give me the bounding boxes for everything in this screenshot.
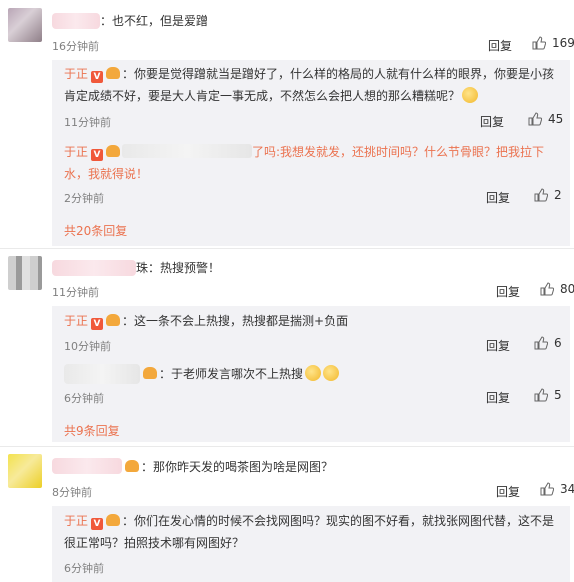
- emoji-icon: [305, 365, 322, 381]
- crown-icon: [143, 367, 157, 379]
- v-badge-icon: V: [91, 318, 104, 330]
- reply-text: 于正 V 了吗:我想发就发，还挑时间吗？什么节骨眼？把我拉下水，我就得说！: [64, 141, 564, 185]
- thumbs-up-icon: [540, 282, 554, 296]
- like-button[interactable]: 34: [540, 482, 574, 496]
- reply-author[interactable]: 于正: [64, 514, 88, 528]
- divider: [0, 446, 574, 447]
- v-badge-icon: V: [91, 71, 104, 83]
- reply-time: 6分钟前: [64, 562, 104, 575]
- like-button[interactable]: 45: [528, 112, 563, 126]
- like-count: 169: [552, 36, 574, 50]
- v-badge-icon: V: [91, 518, 104, 530]
- crown-icon: [125, 460, 139, 472]
- reply-body: ：你们在发心情的时候不会找网图吗？现实的图不好看，就找张网图代替，这不是很正常吗…: [64, 514, 555, 550]
- crown-icon: [106, 67, 121, 79]
- emoji-icon: [462, 87, 479, 103]
- like-count: 6: [554, 336, 562, 350]
- like-button[interactable]: 5: [534, 388, 562, 402]
- comment-time: 8分钟前: [52, 486, 92, 499]
- thumbs-up-icon: [540, 482, 554, 496]
- reply-time: 10分钟前: [64, 340, 111, 353]
- avatar[interactable]: [8, 256, 42, 290]
- username-blurred[interactable]: [64, 364, 140, 384]
- divider: [0, 248, 574, 249]
- username-blurred[interactable]: [52, 13, 100, 29]
- reply-time: 2分钟前: [64, 192, 104, 205]
- reply-button[interactable]: 回复: [488, 37, 512, 54]
- like-button[interactable]: 169: [532, 36, 574, 50]
- comment-time: 16分钟前: [52, 40, 99, 53]
- reply-button[interactable]: 回复: [496, 483, 520, 500]
- reply-text: 于正 V ：你要是觉得蹭就当是蹭好了，什么样的格局的人就有什么样的眼界，你要是小孩肯…: [64, 63, 564, 107]
- comment-time: 11分钟前: [52, 286, 99, 299]
- thumbs-up-icon: [528, 112, 542, 126]
- crown-icon: [106, 145, 121, 157]
- like-count: 34: [560, 482, 574, 496]
- reply-button[interactable]: 回复: [486, 389, 510, 406]
- reply-text: ：于老师发言哪次不上热搜: [140, 363, 340, 385]
- reply-body: ：于老师发言哪次不上热搜: [159, 367, 304, 381]
- thumbs-up-icon: [534, 336, 548, 350]
- comment-text: 珠：热搜预警！: [136, 261, 221, 275]
- like-count: 2: [554, 188, 562, 202]
- reply-time: 11分钟前: [64, 116, 111, 129]
- username-blurred[interactable]: [122, 144, 253, 158]
- like-button[interactable]: 80: [540, 282, 574, 296]
- reply-button[interactable]: 回复: [480, 113, 504, 130]
- crown-icon: [106, 514, 121, 526]
- like-button[interactable]: 2: [534, 188, 562, 202]
- username-blurred[interactable]: [52, 260, 136, 276]
- emoji-icon: [323, 365, 340, 381]
- reply-text: 于正 V ：这一条不会上热搜，热搜都是揣测+负面: [64, 310, 348, 332]
- reply-time: 6分钟前: [64, 392, 104, 405]
- reply-button[interactable]: 回复: [486, 189, 510, 206]
- reply-button[interactable]: 回复: [496, 283, 520, 300]
- reply-button[interactable]: 回复: [486, 337, 510, 354]
- more-replies-link[interactable]: 共9条回复: [64, 422, 120, 439]
- comment-body: ：那你昨天发的喝茶图为啥是网图？: [141, 460, 334, 474]
- comment-text: ：那你昨天发的喝茶图为啥是网图？: [122, 456, 333, 478]
- more-replies-link[interactable]: 共20条回复: [64, 222, 127, 239]
- reply-author[interactable]: 于正: [64, 145, 88, 159]
- thumbs-up-icon: [534, 388, 548, 402]
- like-count: 80: [560, 282, 574, 296]
- reply-author[interactable]: 于正: [64, 67, 88, 81]
- v-badge-icon: V: [91, 149, 104, 161]
- comment-text: ：也不红，但是爱蹭: [100, 14, 209, 28]
- reply-body: ：你要是觉得蹭就当是蹭好了，什么样的格局的人就有什么样的眼界，你要是小孩肯定成绩…: [64, 67, 555, 103]
- crown-icon: [106, 314, 121, 326]
- reply-text: 于正 V ：你们在发心情的时候不会找网图吗？现实的图不好看，就找张网图代替，这不是很…: [64, 510, 564, 554]
- reply-body: ：这一条不会上热搜，热搜都是揣测+负面: [122, 314, 349, 328]
- username-blurred[interactable]: [52, 458, 122, 474]
- avatar[interactable]: [8, 454, 42, 488]
- reply-author[interactable]: 于正: [64, 314, 88, 328]
- like-count: 5: [554, 388, 562, 402]
- avatar[interactable]: [8, 8, 42, 42]
- like-count: 45: [548, 112, 564, 126]
- thumbs-up-icon: [534, 188, 548, 202]
- thumbs-up-icon: [532, 36, 546, 50]
- like-button[interactable]: 6: [534, 336, 562, 350]
